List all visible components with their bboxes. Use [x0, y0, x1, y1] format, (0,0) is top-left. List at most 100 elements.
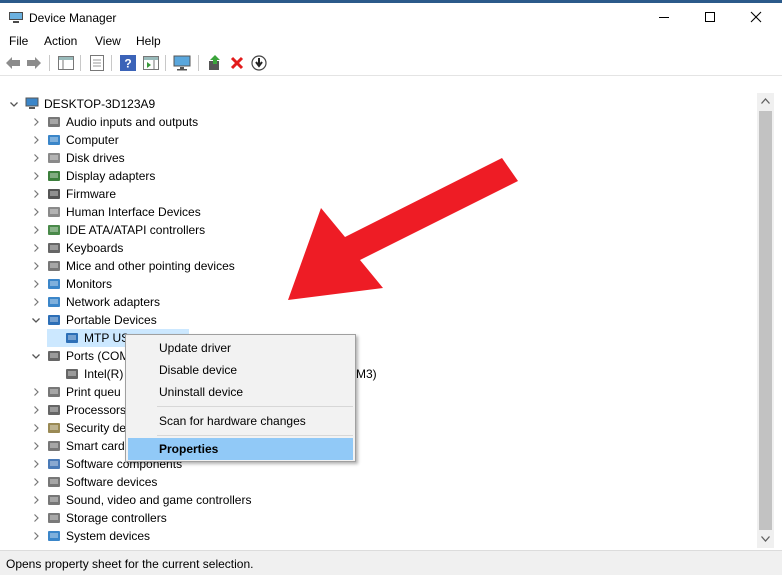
- chevron-right-icon[interactable]: [29, 167, 43, 185]
- minimize-button[interactable]: [641, 3, 687, 31]
- software-device-icon: [47, 475, 61, 489]
- monitor-icon: [47, 277, 61, 291]
- chevron-right-icon[interactable]: [29, 473, 43, 491]
- chevron-right-icon[interactable]: [29, 221, 43, 239]
- chevron-right-icon[interactable]: [29, 257, 43, 275]
- chevron-right-icon[interactable]: [29, 239, 43, 257]
- portable-device-icon: [65, 331, 79, 345]
- enable-device-button[interactable]: [250, 54, 268, 72]
- tree-root[interactable]: DESKTOP-3D123A9: [7, 95, 155, 113]
- firmware-icon: [47, 187, 61, 201]
- tree-category[interactable]: System devices: [29, 527, 150, 545]
- tree-category[interactable]: Computer: [29, 131, 119, 149]
- tree-category[interactable]: Network adapters: [29, 293, 160, 311]
- vertical-scrollbar[interactable]: [757, 93, 774, 548]
- tree-item-label: Smart card: [66, 439, 125, 453]
- chevron-down-icon[interactable]: [29, 347, 43, 365]
- tree-child-item[interactable]: Intel(R): [47, 365, 123, 383]
- menu-action[interactable]: Action: [44, 34, 77, 48]
- context-menu: Update driver Disable device Uninstall d…: [125, 334, 356, 462]
- chevron-down-icon[interactable]: [7, 95, 21, 113]
- menu-item-disable-device[interactable]: Disable device: [128, 359, 353, 381]
- tree-category[interactable]: Smart card: [29, 437, 125, 455]
- menu-item-properties[interactable]: Properties: [128, 438, 353, 460]
- update-driver-button[interactable]: [206, 54, 224, 72]
- tree-category[interactable]: Mice and other pointing devices: [29, 257, 235, 275]
- menu-item-scan-hardware[interactable]: Scan for hardware changes: [128, 410, 353, 432]
- maximize-button[interactable]: [687, 3, 733, 31]
- chevron-right-icon[interactable]: [29, 383, 43, 401]
- menu-view[interactable]: View: [95, 34, 121, 48]
- help-button[interactable]: ?: [119, 54, 137, 72]
- chevron-down-icon[interactable]: [29, 311, 43, 329]
- chevron-right-icon[interactable]: [29, 149, 43, 167]
- chevron-right-icon[interactable]: [29, 491, 43, 509]
- minimize-icon: [659, 17, 669, 18]
- chevron-right-icon[interactable]: [29, 455, 43, 473]
- maximize-icon: [705, 12, 715, 22]
- tree-category[interactable]: Software devices: [29, 473, 157, 491]
- network-adapter-icon: [47, 295, 61, 309]
- chevron-right-icon[interactable]: [29, 185, 43, 203]
- toolbar-separator: [80, 55, 81, 71]
- download-circle-icon: [251, 55, 267, 71]
- tree-category[interactable]: Human Interface Devices: [29, 203, 201, 221]
- scroll-down-icon[interactable]: [761, 536, 770, 542]
- chevron-right-icon[interactable]: [29, 527, 43, 545]
- tree-item-label-tail: M3): [356, 367, 377, 381]
- tree-category[interactable]: Storage controllers: [29, 509, 167, 527]
- tree-category[interactable]: Firmware: [29, 185, 116, 203]
- tree-category[interactable]: Security de: [29, 419, 126, 437]
- status-text: Opens property sheet for the current sel…: [6, 557, 254, 571]
- chevron-right-icon[interactable]: [29, 509, 43, 527]
- tree-category[interactable]: Monitors: [29, 275, 112, 293]
- chevron-right-icon[interactable]: [29, 401, 43, 419]
- tree-item-label: Processors: [66, 403, 127, 417]
- tree-category[interactable]: IDE ATA/ATAPI controllers: [29, 221, 205, 239]
- tree-item-label: Audio inputs and outputs: [66, 115, 199, 129]
- tree-category[interactable]: Sound, video and game controllers: [29, 491, 251, 509]
- chevron-right-icon[interactable]: [29, 437, 43, 455]
- svg-text:?: ?: [124, 57, 131, 71]
- tree-item-label: Firmware: [66, 187, 116, 201]
- close-button[interactable]: [733, 3, 779, 31]
- back-button[interactable]: [4, 54, 22, 72]
- menu-file[interactable]: File: [9, 34, 28, 48]
- chevron-right-icon[interactable]: [29, 203, 43, 221]
- tree-category[interactable]: Portable Devices: [29, 311, 157, 329]
- keyboard-icon: [47, 241, 61, 255]
- tree-category[interactable]: Display adapters: [29, 167, 155, 185]
- tree-category[interactable]: Disk drives: [29, 149, 125, 167]
- tree-item-label: Storage controllers: [66, 511, 167, 525]
- window-title: Device Manager: [29, 11, 117, 25]
- menu-item-uninstall-device[interactable]: Uninstall device: [128, 381, 353, 403]
- tree-category[interactable]: Processors: [29, 401, 126, 419]
- tree-category[interactable]: Audio inputs and outputs: [29, 113, 198, 131]
- computer-icon: [25, 97, 39, 111]
- tree-item-label: Security de: [66, 421, 127, 435]
- menu-help[interactable]: Help: [136, 34, 161, 48]
- tree-category[interactable]: Ports (COM: [29, 347, 129, 365]
- properties-toolbar-button[interactable]: [88, 54, 106, 72]
- tree-category[interactable]: Print queu: [29, 383, 121, 401]
- scrollbar-thumb[interactable]: [759, 111, 772, 530]
- chevron-right-icon[interactable]: [29, 275, 43, 293]
- action-pane-button[interactable]: [142, 54, 160, 72]
- chevron-right-icon[interactable]: [29, 419, 43, 437]
- display-adapter-icon: [47, 169, 61, 183]
- chevron-right-icon[interactable]: [29, 131, 43, 149]
- hid-icon: [47, 205, 61, 219]
- tree-category[interactable]: Keyboards: [29, 239, 123, 257]
- menu-item-update-driver[interactable]: Update driver: [128, 337, 353, 359]
- scroll-up-icon[interactable]: [761, 98, 770, 104]
- forward-button[interactable]: [25, 54, 43, 72]
- port-icon: [47, 349, 61, 363]
- uninstall-device-button[interactable]: [228, 54, 246, 72]
- chevron-right-icon[interactable]: [29, 293, 43, 311]
- tree-item-label: Keyboards: [66, 241, 124, 255]
- device-manager-icon: [9, 12, 23, 23]
- show-hide-console-tree-button[interactable]: [57, 54, 75, 72]
- scan-hardware-button[interactable]: [173, 54, 191, 72]
- properties-sheet-icon: [90, 55, 104, 71]
- chevron-right-icon[interactable]: [29, 113, 43, 131]
